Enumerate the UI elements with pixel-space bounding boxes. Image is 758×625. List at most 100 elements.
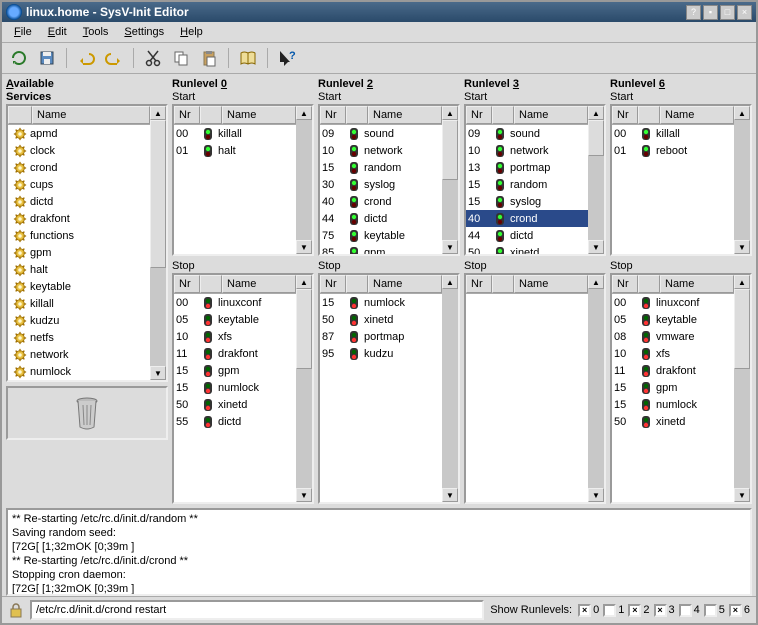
rl6-start-list[interactable]: NrName00killall01reboot ▲▼ xyxy=(610,104,752,256)
service-item[interactable]: halt xyxy=(8,261,150,278)
service-row[interactable]: 15numlock xyxy=(174,379,296,396)
runlevel-check-0[interactable]: ×0 xyxy=(578,604,599,617)
service-row[interactable]: 15numlock xyxy=(612,396,734,413)
service-item[interactable]: drakfont xyxy=(8,210,150,227)
service-row[interactable]: 15random xyxy=(320,159,442,176)
service-row[interactable]: 08vmware xyxy=(612,328,734,345)
service-row[interactable]: 44dictd xyxy=(320,210,442,227)
rl2-start-list[interactable]: NrName09sound10network15random30syslog40… xyxy=(318,104,460,256)
service-row[interactable]: 30syslog xyxy=(320,176,442,193)
close-button[interactable]: × xyxy=(737,5,752,20)
rl2-stop-list[interactable]: NrName15numlock50xinetd87portmap95kudzu … xyxy=(318,273,460,504)
runlevel-check-4[interactable]: 4 xyxy=(679,604,700,617)
rl0-stop-list[interactable]: NrName00linuxconf05keytable10xfs11drakfo… xyxy=(172,273,314,504)
service-row[interactable]: 01halt xyxy=(174,142,296,159)
refresh-button[interactable] xyxy=(8,47,30,69)
cut-button[interactable] xyxy=(142,47,164,69)
service-row[interactable]: 00linuxconf xyxy=(612,294,734,311)
redo-button[interactable] xyxy=(103,47,125,69)
led-icon xyxy=(636,127,656,141)
service-item[interactable]: dictd xyxy=(8,193,150,210)
available-list[interactable]: Name apmdclockcrondcupsdictddrakfontfunc… xyxy=(6,104,168,382)
rl0-start-list[interactable]: NrName00killall01halt ▲▼ xyxy=(172,104,314,256)
service-row[interactable]: 10xfs xyxy=(174,328,296,345)
service-row[interactable]: 09sound xyxy=(466,125,588,142)
service-row[interactable]: 05keytable xyxy=(612,311,734,328)
service-row[interactable]: 55dictd xyxy=(174,413,296,430)
service-row[interactable]: 15random xyxy=(466,176,588,193)
service-item[interactable]: numlock xyxy=(8,363,150,380)
titlebar[interactable]: linux.home - SysV-Init Editor ? ▪ □ × xyxy=(2,2,756,22)
service-item[interactable]: network xyxy=(8,346,150,363)
service-item[interactable]: kudzu xyxy=(8,312,150,329)
service-row[interactable]: 75keytable xyxy=(320,227,442,244)
undo-button[interactable] xyxy=(75,47,97,69)
col-name[interactable]: Name xyxy=(32,106,150,124)
service-row[interactable]: 10xfs xyxy=(612,345,734,362)
service-row[interactable]: 95kudzu xyxy=(320,345,442,362)
save-button[interactable] xyxy=(36,47,58,69)
help-window-button[interactable]: ? xyxy=(686,5,701,20)
service-row[interactable]: 50xinetd xyxy=(466,244,588,254)
service-row[interactable]: 11drakfont xyxy=(612,362,734,379)
runlevel-check-6[interactable]: ×6 xyxy=(729,604,750,617)
service-row[interactable]: 15syslog xyxy=(466,193,588,210)
service-item[interactable]: clock xyxy=(8,142,150,159)
service-row[interactable]: 00killall xyxy=(612,125,734,142)
minimize-button[interactable]: ▪ xyxy=(703,5,718,20)
runlevel-check-1[interactable]: 1 xyxy=(603,604,624,617)
runlevel-check-3[interactable]: ×3 xyxy=(654,604,675,617)
services-label: Services xyxy=(6,91,168,103)
service-row[interactable]: 44dictd xyxy=(466,227,588,244)
service-row[interactable]: 87portmap xyxy=(320,328,442,345)
service-row[interactable]: 15numlock xyxy=(320,294,442,311)
service-row[interactable]: 85gpm xyxy=(320,244,442,254)
service-item[interactable]: netfs xyxy=(8,329,150,346)
rl3-stop-list[interactable]: NrName ▲▼ xyxy=(464,273,606,504)
service-item[interactable]: functions xyxy=(8,227,150,244)
rl3-start-list[interactable]: NrName09sound10network13portmap15random1… xyxy=(464,104,606,256)
service-row[interactable]: 50xinetd xyxy=(612,413,734,430)
scrollbar[interactable]: ▲▼ xyxy=(150,106,166,380)
maximize-button[interactable]: □ xyxy=(720,5,735,20)
menu-tools[interactable]: Tools xyxy=(77,24,115,40)
menu-file[interactable]: File xyxy=(8,24,38,40)
service-row[interactable]: 10network xyxy=(320,142,442,159)
paste-button[interactable] xyxy=(198,47,220,69)
service-item[interactable]: keytable xyxy=(8,278,150,295)
service-row[interactable]: 01reboot xyxy=(612,142,734,159)
service-row[interactable]: 13portmap xyxy=(466,159,588,176)
service-row[interactable]: 10network xyxy=(466,142,588,159)
runlevel-check-5[interactable]: 5 xyxy=(704,604,725,617)
service-item[interactable]: apmd xyxy=(8,125,150,142)
log-line: Stopping cron daemon: xyxy=(12,568,746,582)
led-icon xyxy=(344,127,364,141)
service-item[interactable]: gpm xyxy=(8,244,150,261)
rl6-stop-list[interactable]: NrName00linuxconf05keytable08vmware10xfs… xyxy=(610,273,752,504)
menu-help[interactable]: Help xyxy=(174,24,209,40)
service-row[interactable]: 00linuxconf xyxy=(174,294,296,311)
service-row[interactable]: 15gpm xyxy=(174,362,296,379)
led-icon xyxy=(344,347,364,361)
menu-settings[interactable]: Settings xyxy=(118,24,170,40)
service-row[interactable]: 09sound xyxy=(320,125,442,142)
service-row[interactable]: 40crond xyxy=(466,210,588,227)
led-icon xyxy=(490,246,510,255)
service-row[interactable]: 05keytable xyxy=(174,311,296,328)
service-row[interactable]: 50xinetd xyxy=(320,311,442,328)
service-row[interactable]: 11drakfont xyxy=(174,345,296,362)
service-row[interactable]: 50xinetd xyxy=(174,396,296,413)
service-row[interactable]: 40crond xyxy=(320,193,442,210)
menu-edit[interactable]: Edit xyxy=(42,24,73,40)
manual-button[interactable] xyxy=(237,47,259,69)
trash-area[interactable] xyxy=(6,386,168,440)
service-row[interactable]: 00killall xyxy=(174,125,296,142)
service-row[interactable]: 15gpm xyxy=(612,379,734,396)
log-output[interactable]: ** Re-starting /etc/rc.d/init.d/random *… xyxy=(6,508,752,596)
runlevel-check-2[interactable]: ×2 xyxy=(628,604,649,617)
service-item[interactable]: cups xyxy=(8,176,150,193)
service-item[interactable]: crond xyxy=(8,159,150,176)
service-item[interactable]: killall xyxy=(8,295,150,312)
whatsthis-button[interactable]: ? xyxy=(276,47,298,69)
copy-button[interactable] xyxy=(170,47,192,69)
